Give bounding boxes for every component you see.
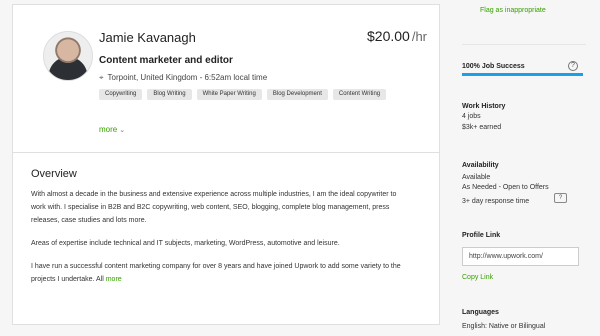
profile-link-label: Profile Link [462, 232, 501, 239]
skill-tag[interactable]: Copywriting [99, 89, 143, 100]
location-text: Torpoint, United Kingdom - 6:52am local … [107, 73, 268, 82]
rate-value: $20.00 [367, 28, 410, 44]
overview-heading: Overview [31, 168, 77, 180]
copy-link-button[interactable]: Copy Link [462, 274, 493, 281]
location-line: ⌖ Torpoint, United Kingdom - 6:52am local… [99, 73, 267, 83]
response-time: 3+ day response time [462, 198, 530, 205]
overview-paragraph-3-text: I have run a successful content marketin… [31, 263, 401, 283]
work-history-label: Work History [462, 103, 506, 110]
job-success-bar [462, 73, 583, 76]
profile-card: Jamie Kavanagh $20.00/hr Content markete… [12, 4, 440, 325]
hourly-rate: $20.00/hr [367, 28, 427, 44]
profile-sidebar: Flag as inappropriate 100% Job Success ?… [462, 0, 592, 336]
skill-tag[interactable]: Blog Writing [147, 89, 192, 100]
overview-paragraph-3: I have run a successful content marketin… [31, 260, 411, 286]
profile-link-field[interactable]: http://www.upwork.com/ [462, 247, 579, 266]
availability-label: Availability [462, 162, 499, 169]
profile-title: Content marketer and editor [99, 55, 233, 66]
flag-inappropriate-link[interactable]: Flag as inappropriate [480, 7, 546, 14]
speech-bubble-icon: ? [554, 193, 567, 203]
divider [462, 44, 586, 45]
rate-unit: /hr [411, 29, 427, 44]
availability-type: As Needed - Open to Offers [462, 184, 549, 191]
map-pin-icon: ⌖ [99, 73, 104, 82]
overview-text: With almost a decade in the business and… [31, 188, 411, 296]
job-success-label: 100% Job Success [462, 63, 525, 70]
overview-paragraph-1: With almost a decade in the business and… [31, 191, 397, 224]
more-skills-link[interactable]: more ⌄ [99, 125, 125, 134]
avatar [43, 31, 93, 81]
overview-paragraph-2: Areas of expertise include technical and… [31, 240, 340, 247]
freelancer-name: Jamie Kavanagh [99, 30, 196, 45]
skill-tag[interactable]: White Paper Writing [196, 89, 262, 100]
language-value: English: Native or Bilingual [462, 323, 546, 330]
skill-tag[interactable]: Blog Development [266, 89, 328, 100]
help-icon[interactable]: ? [568, 61, 578, 71]
earnings: $3k+ earned [462, 124, 502, 131]
more-label: more [99, 125, 118, 134]
chevron-down-icon: ⌄ [119, 127, 126, 134]
skill-tags: Copywriting Blog Writing White Paper Wri… [99, 89, 419, 100]
profile-header: Jamie Kavanagh $20.00/hr Content markete… [13, 5, 439, 153]
job-success-fill [462, 73, 583, 76]
languages-label: Languages [462, 309, 499, 316]
skill-tag[interactable]: Content Writing [332, 89, 387, 100]
overview-more-link[interactable]: more [106, 276, 122, 283]
